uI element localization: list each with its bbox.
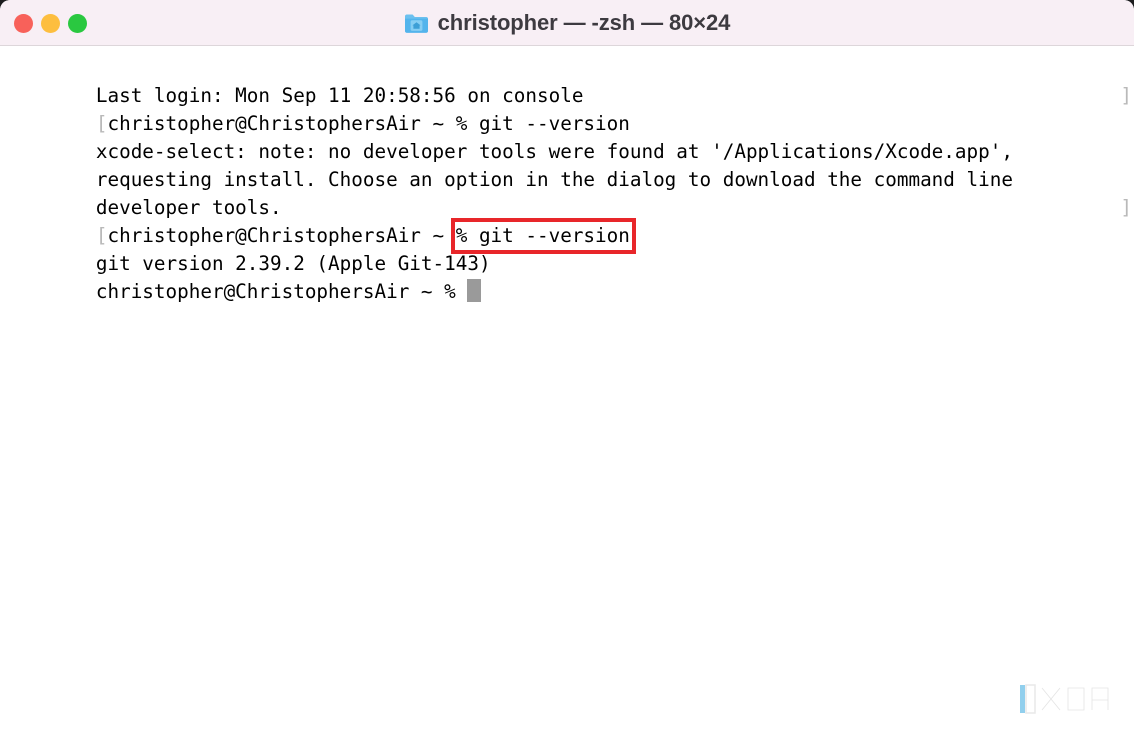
home-folder-icon — [404, 13, 429, 34]
terminal-line: git version 2.39.2 (Apple Git-143) — [3, 222, 1134, 275]
window-title-group: christopher — -zsh — 80×24 — [0, 0, 1134, 46]
terminal-line: [christopher@ChristophersAir ~ % git --v… — [3, 82, 1134, 135]
line-right-bracket: ] — [1120, 84, 1132, 107]
terminal-body[interactable]: Last login: Mon Sep 11 20:58:56 on conso… — [0, 46, 1134, 734]
terminal-line: requesting install. Choose an option in … — [3, 138, 1134, 191]
terminal-line: xcode-select: note: no developer tools w… — [3, 110, 1134, 163]
window-title-text: christopher — -zsh — 80×24 — [437, 10, 731, 35]
terminal-window: christopher — -zsh — 80×24 Last login: M… — [0, 0, 1134, 734]
terminal-cursor — [467, 279, 482, 302]
window-titlebar: christopher — -zsh — 80×24 — [0, 0, 1134, 46]
terminal-line-highlighted: [christopher@ChristophersAir ~ % git --v… — [3, 194, 1134, 254]
xda-logo — [1020, 682, 1116, 716]
terminal-line-active-prompt: christopher@ChristophersAir ~ % — [3, 250, 1134, 303]
close-button[interactable] — [14, 13, 33, 33]
line-right-bracket: ] — [1120, 196, 1132, 219]
terminal-line: developer tools. — [3, 166, 1134, 219]
window-controls — [14, 0, 87, 46]
active-prompt-text: christopher@ChristophersAir ~ % — [95, 280, 468, 303]
terminal-screen: Last login: Mon Sep 11 20:58:56 on conso… — [3, 54, 1134, 303]
minimize-button[interactable] — [41, 13, 60, 33]
maximize-button[interactable] — [68, 13, 87, 33]
terminal-line: Last login: Mon Sep 11 20:58:56 on conso… — [3, 54, 1134, 107]
